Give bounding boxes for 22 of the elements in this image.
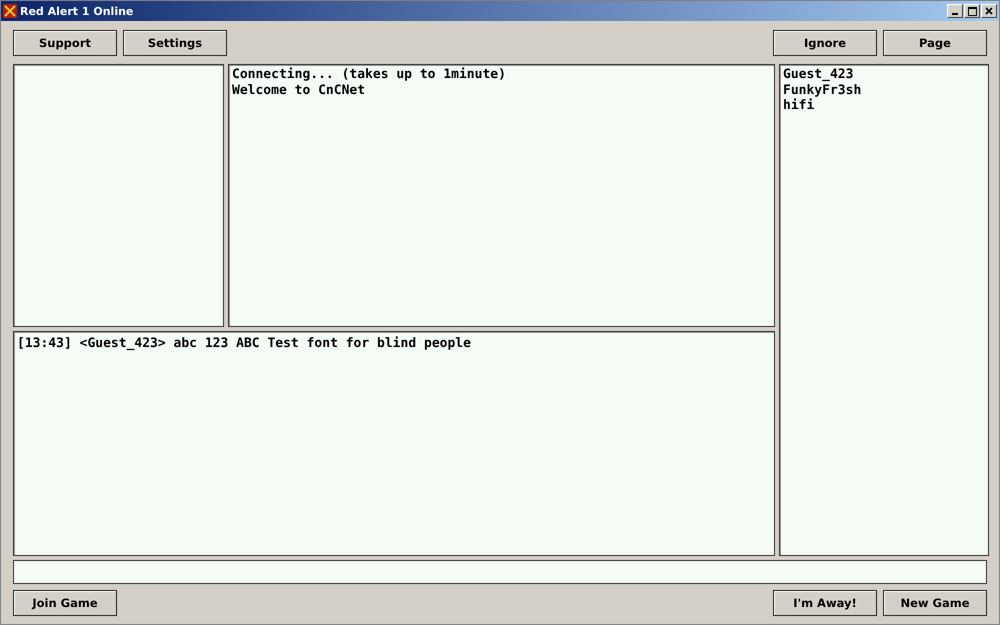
game-list[interactable]	[13, 64, 224, 327]
user-list-item[interactable]: Guest_423	[783, 67, 985, 82]
log-line: Connecting... (takes up to 1minute)	[232, 67, 507, 82]
chat-message: [13:43] <Guest_423> abc 123 ABC Test font for blind people	[17, 336, 472, 352]
action-button[interactable]: Join Game	[13, 590, 117, 616]
toolbar-button[interactable]: Support	[13, 30, 117, 56]
close-icon	[985, 7, 993, 15]
close-button[interactable]	[981, 4, 997, 18]
maximize-button[interactable]	[964, 4, 980, 18]
log-line: Welcome to CnCNet	[232, 82, 366, 98]
chat-input-field[interactable]	[13, 560, 987, 584]
minimize-button[interactable]	[947, 4, 963, 18]
toolbar-button[interactable]: Ignore	[773, 30, 877, 56]
toolbar-button[interactable]: Page	[883, 30, 987, 56]
toolbar-button[interactable]: Settings	[123, 30, 227, 56]
user-list-item[interactable]: FunkyFr3sh	[783, 82, 985, 98]
action-button[interactable]: New Game	[883, 590, 987, 616]
action-button[interactable]: I'm Away!	[773, 590, 877, 616]
window-title: Red Alert 1 Online	[20, 4, 134, 18]
user-list-item[interactable]: hifi	[783, 98, 985, 114]
maximize-icon	[968, 6, 976, 16]
app-icon	[3, 4, 17, 18]
